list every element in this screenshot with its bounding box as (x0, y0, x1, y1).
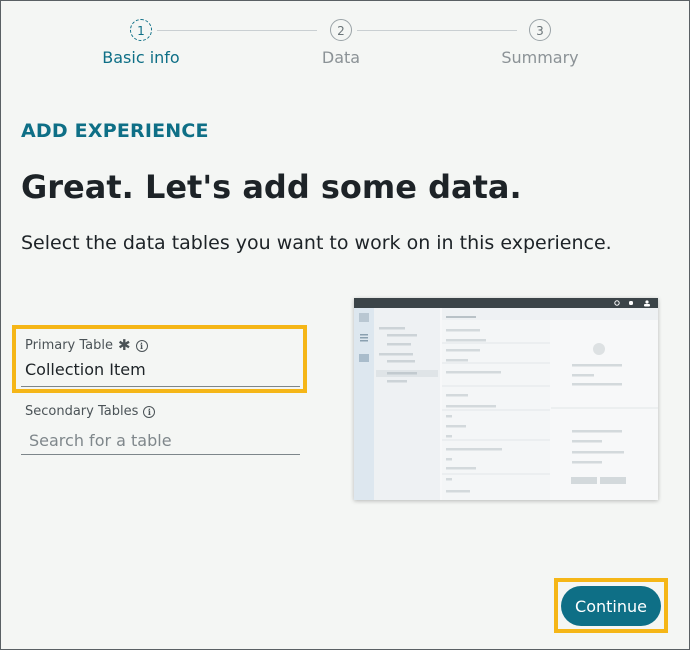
app-preview-illustration (354, 298, 658, 500)
page-title: Great. Let's add some data. (21, 168, 522, 206)
field-underline (21, 386, 300, 387)
secondary-tables-label-text: Secondary Tables (25, 404, 139, 419)
app-preview-image (354, 298, 658, 500)
info-icon[interactable]: i (135, 339, 148, 352)
step-label: Data (321, 48, 361, 67)
primary-table-highlight (12, 325, 307, 393)
secondary-tables-label: Secondary Tables i (25, 404, 156, 419)
step-number: 3 (529, 19, 551, 41)
primary-table-field[interactable]: Collection Item (25, 360, 146, 379)
info-icon[interactable]: i (143, 405, 156, 418)
step-number: 1 (130, 19, 152, 41)
primary-table-label-text: Primary Table (25, 338, 113, 353)
primary-table-label: Primary Table ✱ i (25, 338, 148, 353)
required-asterisk-icon: ✱ (118, 336, 131, 354)
progress-stepper: 1 Basic info 2 Data 3 Summary (0, 19, 690, 79)
continue-button[interactable]: Continue (561, 586, 661, 626)
step-basic-info[interactable]: 1 Basic info (81, 19, 201, 67)
step-data[interactable]: 2 Data (281, 19, 401, 67)
secondary-tables-search-input[interactable] (21, 427, 300, 455)
page-eyebrow: ADD EXPERIENCE (21, 120, 209, 142)
step-number: 2 (330, 19, 352, 41)
step-label: Basic info (102, 48, 180, 67)
step-summary[interactable]: 3 Summary (480, 19, 600, 67)
page-description: Select the data tables you want to work … (21, 232, 612, 254)
step-label: Summary (501, 48, 579, 67)
